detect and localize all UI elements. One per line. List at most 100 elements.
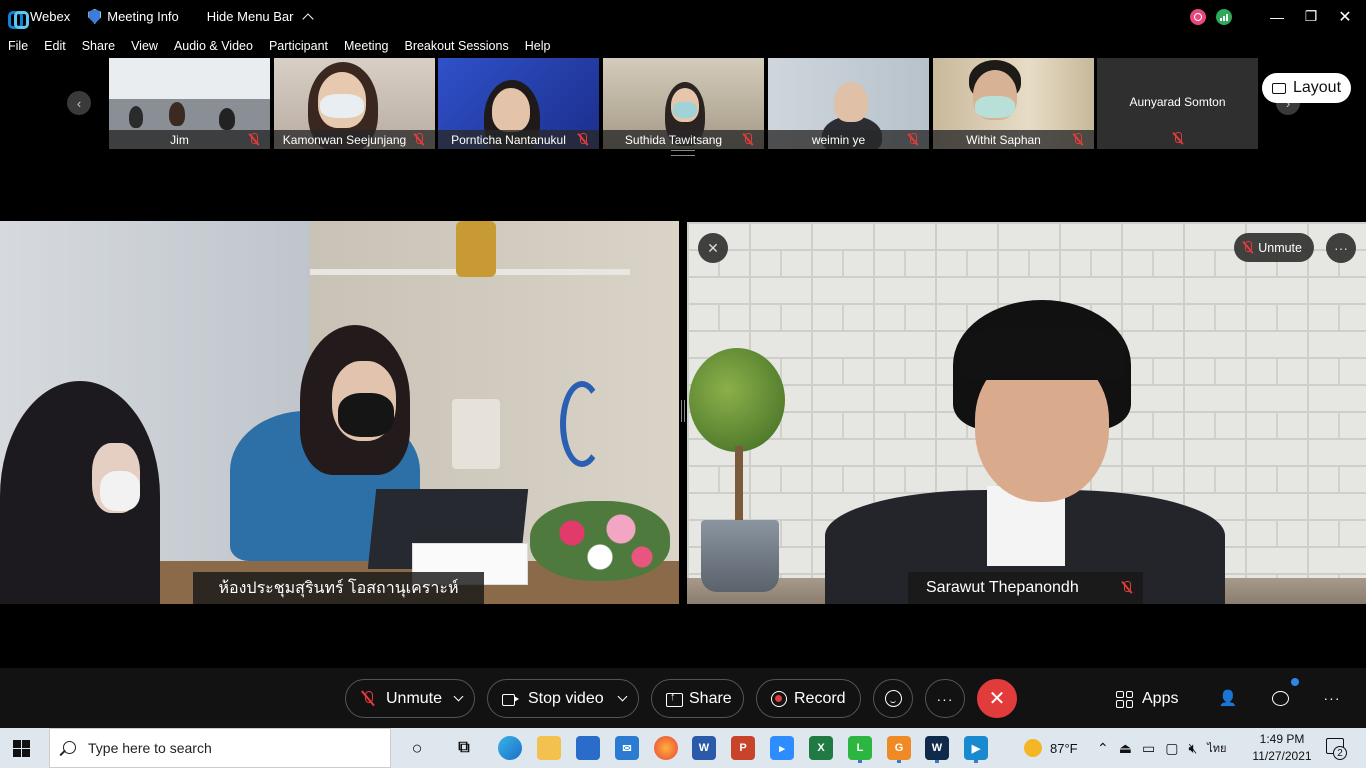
- unpin-icon: ✕: [707, 239, 719, 256]
- muted-mic-icon: [414, 133, 423, 146]
- search-icon: [63, 741, 76, 754]
- mail-icon: ✉: [622, 742, 632, 755]
- chat-notification-badge: [1291, 678, 1299, 686]
- windows-start-button[interactable]: [13, 740, 30, 757]
- muted-mic-icon: [249, 133, 258, 146]
- apps-button[interactable]: Apps: [1116, 690, 1178, 708]
- menu-share[interactable]: Share: [82, 39, 115, 53]
- participant-thumb-kamonwan[interactable]: Kamonwan Seejunjang: [274, 58, 435, 149]
- video-options-button[interactable]: ···: [1326, 233, 1356, 263]
- sun-icon: [1024, 739, 1042, 757]
- muted-mic-icon: [908, 133, 917, 146]
- unmute-label: Unmute: [1258, 240, 1302, 255]
- main-video-sarawut[interactable]: ✕ Unmute ··· Sarawut Thepanondh: [687, 222, 1366, 604]
- minimize-button[interactable]: —: [1262, 0, 1292, 33]
- unmute-button[interactable]: Unmute: [345, 679, 475, 718]
- participant-thumb-weimin[interactable]: weimin ye: [768, 58, 929, 149]
- edge-app[interactable]: [498, 736, 522, 760]
- chevron-down-icon[interactable]: [617, 691, 628, 702]
- participant-thumb-suthida[interactable]: Suthida Tawitsang: [603, 58, 764, 149]
- smiley-plus-icon: [884, 690, 902, 707]
- menu-meeting[interactable]: Meeting: [344, 39, 388, 53]
- ask-unmute-button[interactable]: Unmute: [1234, 233, 1314, 262]
- participant-thumb-withit[interactable]: Withit Saphan: [933, 58, 1094, 149]
- powerpoint-app[interactable]: P: [731, 736, 755, 760]
- participant-name-label: Suthida Tawitsang: [603, 130, 764, 149]
- record-icon: [771, 691, 787, 707]
- menu-edit[interactable]: Edit: [44, 39, 66, 53]
- video-split-handle[interactable]: [681, 400, 685, 422]
- network-stats-icon[interactable]: [1216, 8, 1232, 25]
- camera-icon: [502, 691, 519, 707]
- pdf-icon: G: [894, 742, 904, 754]
- excel-icon: X: [817, 742, 825, 754]
- weather-widget[interactable]: 87°F: [1024, 728, 1078, 768]
- unpin-button[interactable]: ✕: [698, 233, 728, 263]
- muted-mic-icon: [360, 691, 376, 707]
- record-button[interactable]: Record: [756, 679, 861, 718]
- more-options-button[interactable]: ···: [925, 679, 965, 718]
- reactions-button[interactable]: [873, 679, 913, 718]
- layout-button[interactable]: Layout: [1262, 73, 1351, 103]
- taskbar-search-box[interactable]: Type here to search: [49, 728, 391, 768]
- meeting-info-label: Meeting Info: [107, 9, 179, 24]
- chevron-up-icon: [301, 13, 314, 25]
- muted-mic-icon: [743, 133, 752, 146]
- main-video-conference-room[interactable]: ห้องประชุมสุรินทร์ โอสถานุเคราะห์: [0, 221, 679, 604]
- participant-name-label: weimin ye: [768, 130, 929, 149]
- line-icon: L: [856, 742, 864, 754]
- restore-button[interactable]: ❐: [1296, 0, 1326, 33]
- network-icon[interactable]: ▢: [1165, 740, 1178, 757]
- menu-participant[interactable]: Participant: [269, 39, 328, 53]
- participants-button[interactable]: 👤: [1217, 687, 1239, 709]
- layout-icon: [1271, 82, 1286, 94]
- stop-video-button[interactable]: Stop video: [487, 679, 639, 718]
- menu-help[interactable]: Help: [525, 39, 551, 53]
- store-app[interactable]: [576, 736, 600, 760]
- clock-date: 11/27/2021: [1252, 749, 1312, 763]
- menu-file[interactable]: File: [8, 39, 28, 53]
- pdf-app[interactable]: G: [887, 736, 911, 760]
- close-window-button[interactable]: ✕: [1330, 0, 1360, 33]
- word-app[interactable]: W: [692, 736, 716, 760]
- recording-status-icon[interactable]: [1190, 8, 1206, 25]
- filmstrip-prev-button[interactable]: ‹: [67, 91, 91, 115]
- filmstrip-resize-handle[interactable]: [671, 150, 695, 156]
- leave-meeting-button[interactable]: ✕: [977, 679, 1017, 718]
- participant-name-tag: ห้องประชุมสุรินทร์ โอสถานุเคราะห์: [193, 572, 484, 604]
- chevron-down-icon[interactable]: [453, 691, 464, 702]
- video-feed: [0, 221, 679, 604]
- task-view-button[interactable]: ⧉: [452, 736, 476, 760]
- menu-audio-video[interactable]: Audio & Video: [174, 39, 253, 53]
- volume-muted-icon[interactable]: 🔇︎: [1188, 740, 1197, 757]
- more-panels-button[interactable]: ···: [1321, 687, 1343, 709]
- webex-taskbar-app[interactable]: W: [925, 736, 949, 760]
- line-app[interactable]: L: [848, 736, 872, 760]
- layout-label: Layout: [1292, 79, 1342, 96]
- participant-thumb-jim[interactable]: Jim: [109, 58, 270, 149]
- cortana-button[interactable]: ○: [405, 736, 429, 760]
- hide-menu-bar-button[interactable]: Hide Menu Bar: [207, 0, 314, 33]
- webex-logo-icon: [8, 10, 29, 29]
- shield-icon: [88, 9, 102, 24]
- meeting-info-button[interactable]: Meeting Info: [88, 0, 179, 33]
- share-button[interactable]: Share: [651, 679, 744, 718]
- menu-breakout-sessions[interactable]: Breakout Sessions: [404, 39, 508, 53]
- mail-app[interactable]: ✉: [615, 736, 639, 760]
- participant-thumb-pornticha[interactable]: Pornticha Nantanukul: [438, 58, 599, 149]
- chat-button[interactable]: [1269, 687, 1291, 709]
- battery-icon[interactable]: ▭: [1142, 740, 1155, 757]
- zoom-app[interactable]: ▸: [770, 736, 794, 760]
- file-explorer-app[interactable]: [537, 736, 561, 760]
- input-language[interactable]: ไทย: [1207, 739, 1226, 757]
- zoom-icon: ▸: [779, 742, 785, 755]
- participant-thumb-aunyarad[interactable]: Aunyarad Somton: [1097, 58, 1258, 149]
- excel-app[interactable]: X: [809, 736, 833, 760]
- chevron-up-icon[interactable]: ⌃: [1097, 740, 1109, 757]
- participant-name-label: Withit Saphan: [933, 130, 1094, 149]
- usb-icon[interactable]: ⏏: [1119, 740, 1132, 757]
- taskbar-clock[interactable]: 1:49 PM 11/27/2021: [1247, 731, 1317, 765]
- menu-view[interactable]: View: [131, 39, 158, 53]
- firefox-app[interactable]: [654, 736, 678, 760]
- media-player-app[interactable]: ▶: [964, 736, 988, 760]
